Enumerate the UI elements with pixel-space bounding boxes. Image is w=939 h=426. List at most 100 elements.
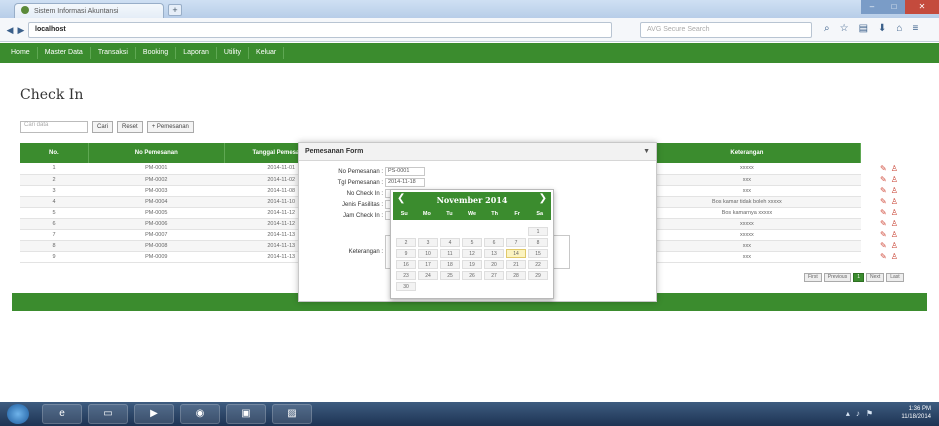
menu-icon[interactable]: ≡	[912, 23, 918, 34]
datepicker-day[interactable]: 10	[418, 249, 438, 258]
cell-no: 3	[20, 185, 89, 197]
datepicker-day[interactable]: 19	[462, 260, 482, 269]
browser-tab[interactable]: Sistem Informasi Akuntansi	[14, 3, 164, 18]
datepicker-day[interactable]: 16	[396, 260, 416, 269]
edit-icon[interactable]: ✎	[880, 208, 887, 218]
edit-icon[interactable]: ✎	[880, 252, 887, 262]
nav-item-laporan[interactable]: Laporan	[176, 47, 217, 59]
forward-icon[interactable]: ▶	[15, 24, 27, 36]
edit-icon[interactable]: ✎	[880, 230, 887, 240]
tgl-pemesanan-field[interactable]: 2014-11-18	[385, 178, 425, 187]
reset-button[interactable]: Reset	[117, 121, 143, 133]
field-label-jam-check-in: Jam Check In :	[342, 212, 383, 219]
taskbar-explorer-icon[interactable]: ▭	[88, 404, 128, 424]
datepicker-day[interactable]: 7	[506, 238, 526, 247]
search-input[interactable]: Cari data	[20, 121, 88, 133]
browser-search-input[interactable]: AVG Secure Search	[640, 22, 812, 38]
datepicker-day[interactable]: 11	[440, 249, 460, 258]
nav-item-master-data[interactable]: Master Data	[38, 47, 91, 59]
weekday-label: Th	[491, 211, 498, 217]
page-last-button[interactable]: Last	[886, 273, 904, 282]
page-1-button[interactable]: 1	[853, 273, 864, 282]
start-button[interactable]	[7, 404, 29, 424]
edit-icon[interactable]: ✎	[880, 175, 887, 185]
nav-item-utility[interactable]: Utility	[217, 47, 250, 59]
cell-no-pemesanan: PM-0009	[88, 251, 225, 263]
cell-keterangan: xxx	[633, 240, 861, 252]
datepicker-day[interactable]: 1	[528, 227, 548, 236]
row-action-group: ✎ ♙	[878, 240, 918, 251]
datepicker-day[interactable]: 21	[506, 260, 526, 269]
datepicker-day[interactable]: 20	[484, 260, 504, 269]
clipboard-icon[interactable]: ▤	[859, 23, 868, 34]
new-tab-button[interactable]: +	[168, 4, 182, 16]
datepicker-day[interactable]: 15	[528, 249, 548, 258]
datepicker-day[interactable]: 29	[528, 271, 548, 280]
datepicker-day[interactable]: 30	[396, 282, 416, 291]
download-icon[interactable]: ⬇	[878, 23, 886, 34]
add-pemesanan-button[interactable]: + Pemesanan	[146, 121, 194, 133]
datepicker-day[interactable]: 13	[484, 249, 504, 258]
datepicker-day[interactable]: 8	[528, 238, 548, 247]
delete-icon[interactable]: ♙	[891, 186, 898, 196]
datepicker-day[interactable]: 25	[440, 271, 460, 280]
delete-icon[interactable]: ♙	[891, 230, 898, 240]
delete-icon[interactable]: ♙	[891, 175, 898, 185]
page-previous-button[interactable]: Previous	[823, 273, 852, 282]
datepicker-day[interactable]: 14	[506, 249, 526, 258]
close-window-icon[interactable]: ✕	[905, 0, 939, 14]
clock[interactable]: 1:36 PM 11/18/2014	[901, 405, 931, 421]
datepicker-day[interactable]: 17	[418, 260, 438, 269]
no-pemesanan-field[interactable]: PS-0001	[385, 167, 425, 176]
edit-icon[interactable]: ✎	[880, 186, 887, 196]
taskbar-firefox-icon[interactable]: ◉	[180, 404, 220, 424]
delete-icon[interactable]: ♙	[891, 241, 898, 251]
taskbar-app-icon[interactable]: ▣	[226, 404, 266, 424]
datepicker-day[interactable]: 26	[462, 271, 482, 280]
delete-icon[interactable]: ♙	[891, 252, 898, 262]
edit-icon[interactable]: ✎	[880, 241, 887, 251]
search-icon[interactable]: ⌕	[824, 23, 830, 34]
edit-icon[interactable]: ✎	[880, 219, 887, 229]
modal-collapse-icon[interactable]: ▼	[643, 148, 650, 155]
page-first-button[interactable]: First	[804, 273, 822, 282]
delete-icon[interactable]: ♙	[891, 208, 898, 218]
address-bar[interactable]: localhost	[28, 22, 612, 38]
datepicker-day[interactable]: 9	[396, 249, 416, 258]
taskbar-ie-icon[interactable]: e	[42, 404, 82, 424]
page-next-button[interactable]: Next	[865, 273, 885, 282]
cari-button[interactable]: Cari	[92, 121, 114, 133]
datepicker-day[interactable]: 23	[396, 271, 416, 280]
weekday-label: Su	[400, 211, 408, 217]
datepicker-day[interactable]: 4	[440, 238, 460, 247]
star-icon[interactable]: ☆	[840, 23, 849, 34]
datepicker-day[interactable]: 2	[396, 238, 416, 247]
nav-item-home[interactable]: Home	[4, 47, 38, 59]
next-month-icon[interactable]: ❯	[539, 193, 547, 204]
browser-search-placeholder: AVG Secure Search	[647, 26, 710, 33]
edit-icon[interactable]: ✎	[880, 164, 887, 174]
nav-item-transaksi[interactable]: Transaksi	[91, 47, 136, 59]
nav-item-keluar[interactable]: Keluar	[249, 47, 285, 59]
datepicker-day[interactable]: 5	[462, 238, 482, 247]
datepicker-day[interactable]: 22	[528, 260, 548, 269]
taskbar-photo-icon[interactable]: ▨	[272, 404, 312, 424]
datepicker-day[interactable]: 24	[418, 271, 438, 280]
home-icon[interactable]: ⌂	[896, 23, 902, 34]
maximize-icon[interactable]: □	[883, 0, 905, 14]
datepicker-day[interactable]: 27	[484, 271, 504, 280]
nav-item-booking[interactable]: Booking	[136, 47, 177, 59]
datepicker-day[interactable]: 12	[462, 249, 482, 258]
delete-icon[interactable]: ♙	[891, 164, 898, 174]
datepicker-day[interactable]: 6	[484, 238, 504, 247]
delete-icon[interactable]: ♙	[891, 197, 898, 207]
datepicker-day[interactable]: 18	[440, 260, 460, 269]
app-nav: Home Master Data Transaksi Booking Lapor…	[0, 43, 939, 63]
minimize-icon[interactable]: –	[861, 0, 883, 14]
datepicker-day[interactable]: 3	[418, 238, 438, 247]
edit-icon[interactable]: ✎	[880, 197, 887, 207]
taskbar-media-icon[interactable]: ▶	[134, 404, 174, 424]
delete-icon[interactable]: ♙	[891, 219, 898, 229]
datepicker-day[interactable]: 28	[506, 271, 526, 280]
tray-icons[interactable]: ▴♪⚑	[846, 409, 879, 418]
